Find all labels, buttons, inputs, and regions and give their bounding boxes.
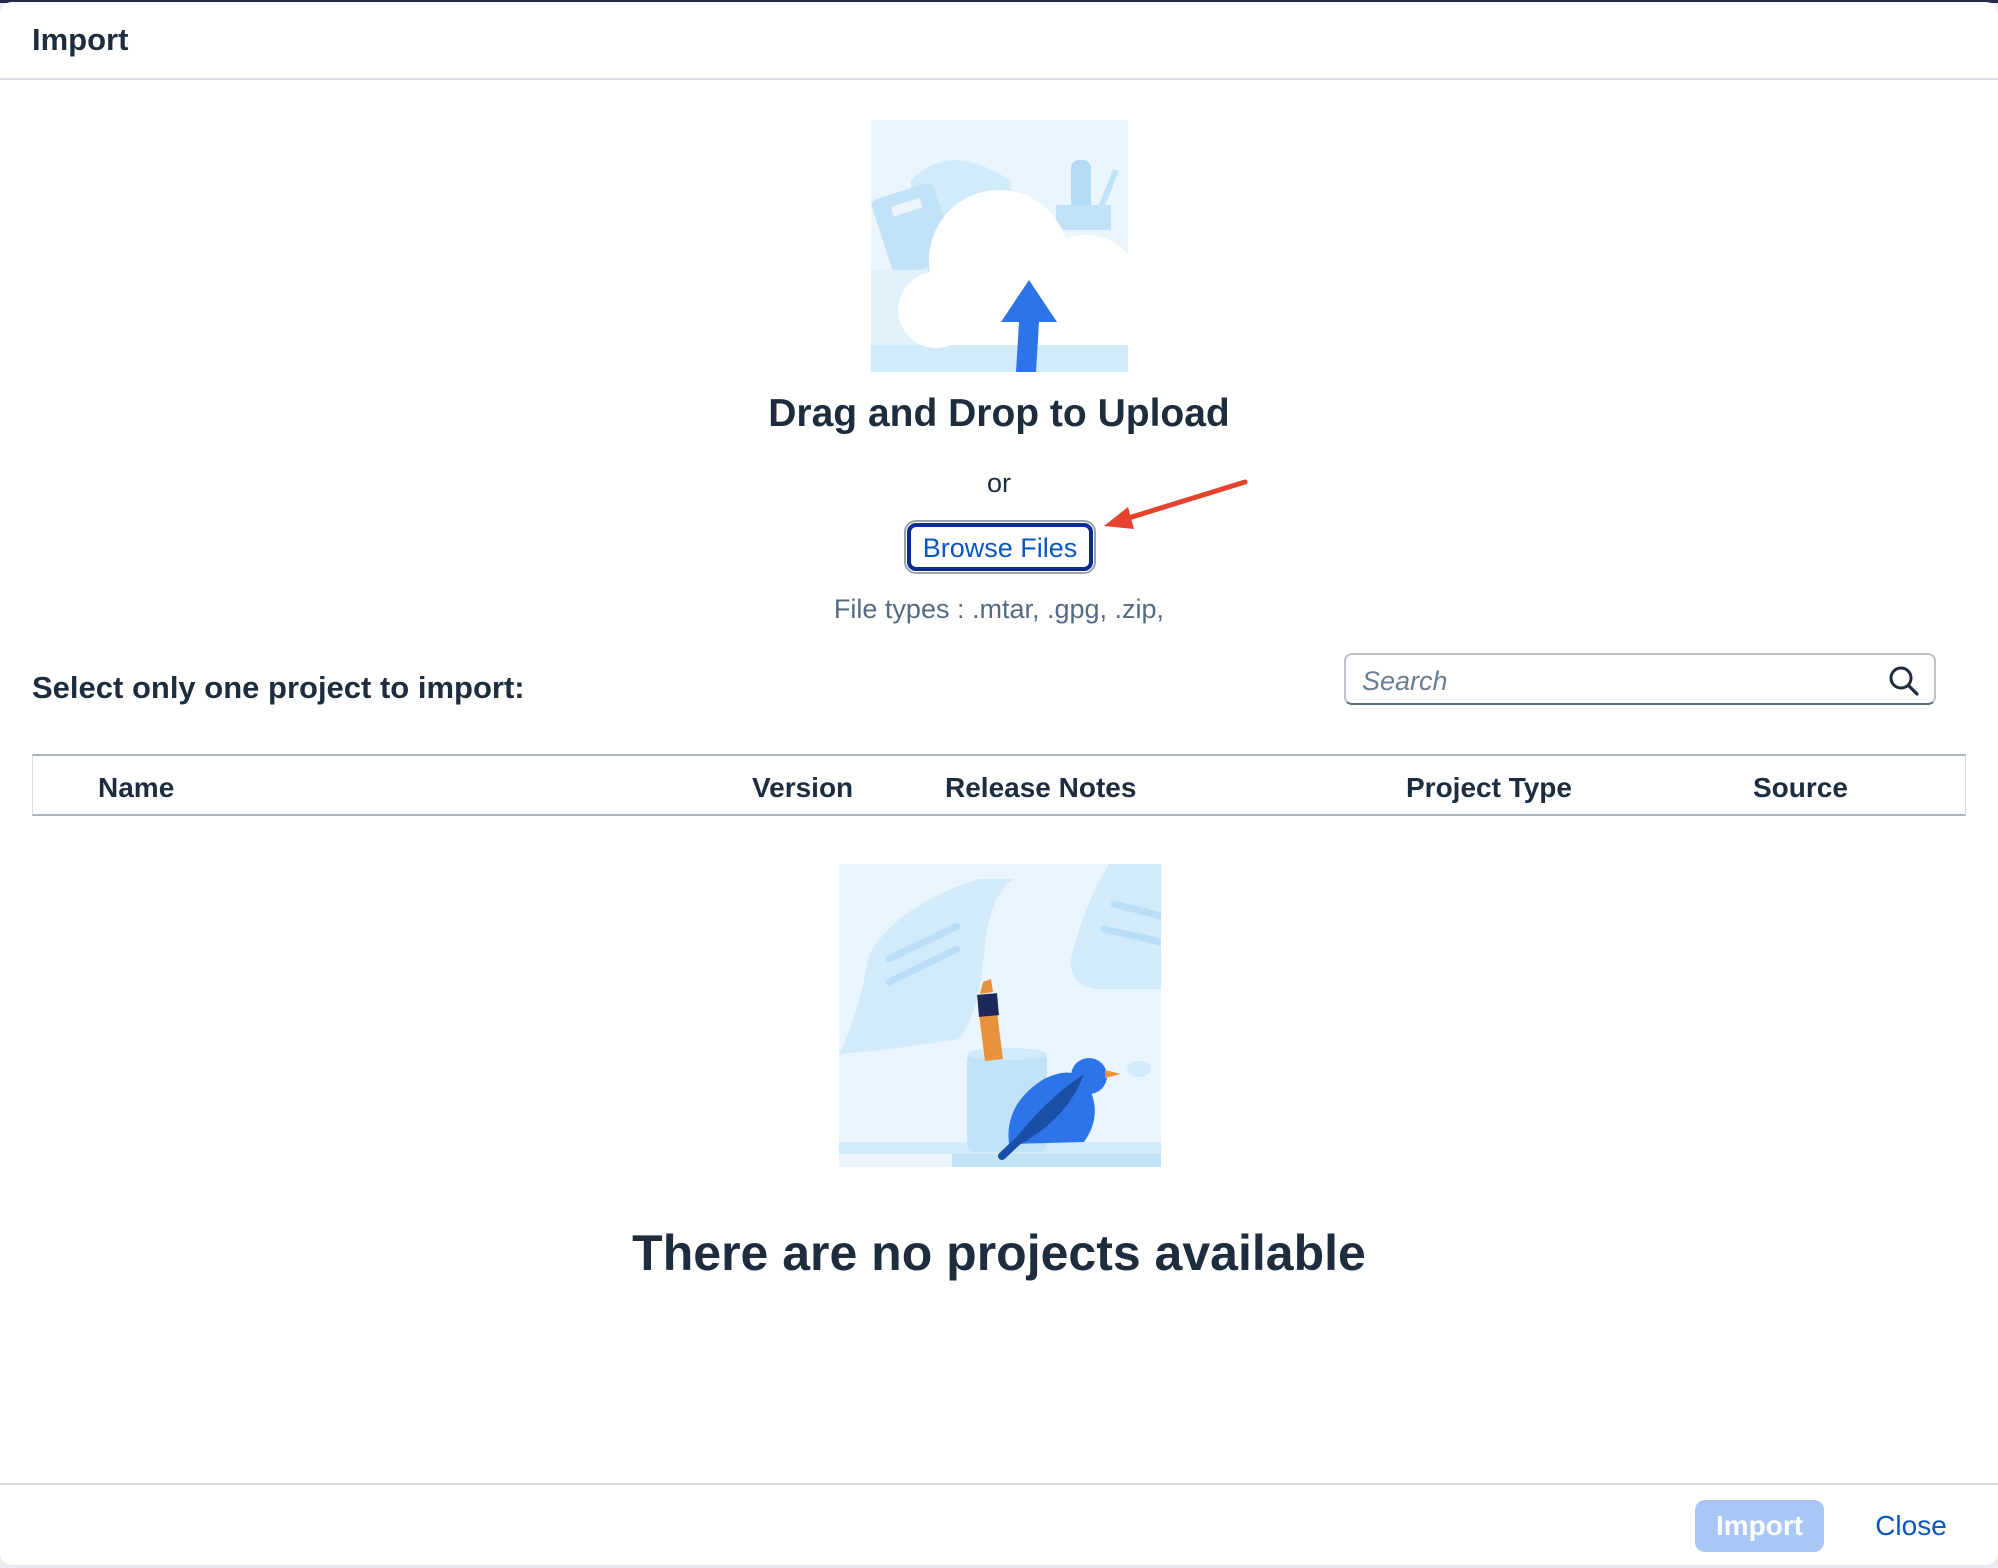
search-icon[interactable] (1888, 665, 1920, 697)
red-arrow-annotation (1104, 479, 1248, 529)
dialog-title: Import (32, 22, 129, 57)
select-project-label: Select only one project to import: (32, 670, 525, 705)
column-header-project-type[interactable]: Project Type (1406, 772, 1572, 804)
drag-drop-title: Drag and Drop to Upload (768, 392, 1230, 435)
import-button[interactable]: Import (1695, 1500, 1824, 1552)
or-separator: or (986, 468, 1011, 498)
empty-list-illustration (839, 864, 1161, 1167)
column-header-source[interactable]: Source (1753, 772, 1848, 804)
column-header-name[interactable]: Name (98, 772, 174, 804)
empty-state-message: There are no projects available (632, 1225, 1366, 1281)
dialog-footer: Import Close (0, 1483, 1998, 1565)
close-button[interactable]: Close (1856, 1500, 1966, 1552)
browse-files-button[interactable]: Browse Files (904, 520, 1096, 574)
column-header-release-notes[interactable]: Release Notes (945, 772, 1136, 804)
cloud-upload-illustration (871, 120, 1128, 372)
column-header-version[interactable]: Version (752, 772, 853, 804)
search-field[interactable] (1344, 653, 1936, 705)
file-types-hint: File types : .mtar, .gpg, .zip, (833, 594, 1165, 624)
search-input[interactable] (1360, 663, 1864, 699)
dialog-header: Import (0, 2, 1998, 80)
import-dialog: Import Drag and Drop to Upload or Browse… (0, 2, 1998, 1565)
projects-table-header: Name Version Release Notes Project Type … (32, 754, 1966, 816)
